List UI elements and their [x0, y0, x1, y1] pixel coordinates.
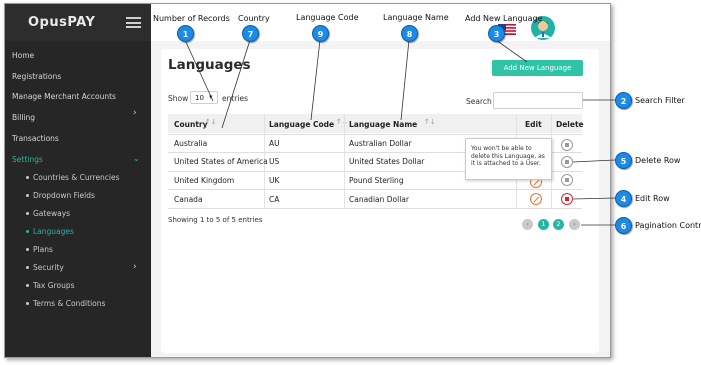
annotation-label: Country: [238, 14, 270, 23]
annotation-label: Add New Language: [465, 14, 543, 23]
connector-line: [495, 39, 528, 63]
callout-badge: 7: [242, 25, 259, 42]
annotation-label: Language Name: [383, 13, 449, 22]
connector-line: [221, 39, 251, 129]
connector-line: [572, 197, 616, 200]
annotation-label: Edit Row: [635, 194, 670, 203]
annotation-label: Language Code: [296, 13, 359, 22]
connector-line: [572, 159, 616, 163]
annotation-connectors: [184, 39, 616, 226]
connector-line: [310, 39, 321, 121]
callout-badge: 8: [401, 25, 418, 42]
connector-line: [184, 39, 214, 102]
callout-badge: 2: [615, 92, 632, 109]
callout-badge: 6: [615, 217, 632, 234]
callout-badge: 4: [615, 190, 632, 207]
annotation-label: Pagination Control: [635, 221, 701, 230]
annotation-label: Number of Records: [153, 14, 230, 23]
callout-badge: 3: [488, 25, 505, 42]
annotation-label: Search Filter: [635, 96, 685, 105]
callout-badge: 5: [615, 152, 632, 169]
callout-badge: 9: [312, 25, 329, 42]
annotation-label: Delete Row: [635, 156, 681, 165]
connector-line: [400, 39, 410, 121]
callout-badge: 1: [177, 25, 194, 42]
